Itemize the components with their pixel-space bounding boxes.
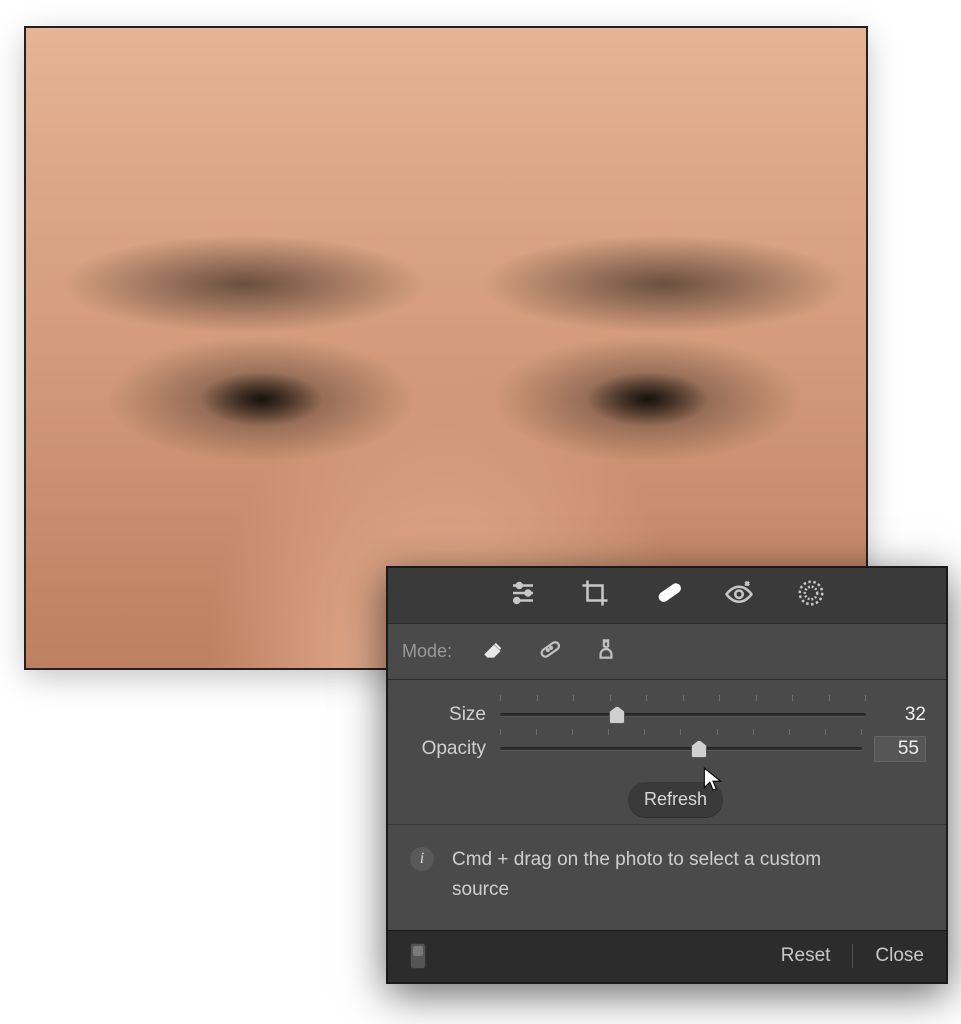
radial-filter-icon bbox=[796, 578, 826, 614]
close-button[interactable]: Close bbox=[875, 945, 924, 967]
bandage-icon bbox=[537, 636, 563, 668]
info-icon: i bbox=[410, 847, 434, 871]
red-eye-tool[interactable] bbox=[721, 578, 757, 614]
heal-mode-button[interactable] bbox=[532, 634, 568, 670]
hint-area: i Cmd + drag on the photo to select a cu… bbox=[388, 824, 946, 930]
size-slider-thumb[interactable] bbox=[609, 706, 625, 724]
adjust-sliders-tool[interactable] bbox=[505, 578, 541, 614]
opacity-value[interactable]: 55 bbox=[874, 736, 926, 762]
eraser-mode-button[interactable] bbox=[476, 634, 512, 670]
size-slider[interactable] bbox=[500, 703, 866, 727]
footer-divider bbox=[852, 944, 853, 968]
tool-strip bbox=[388, 568, 946, 624]
size-slider-row: Size 32 bbox=[408, 698, 926, 732]
size-value[interactable]: 32 bbox=[866, 704, 926, 726]
crop-tool[interactable] bbox=[577, 578, 613, 614]
healing-panel: Mode: Size 32 Op bbox=[386, 566, 948, 984]
hint-text: Cmd + drag on the photo to select a cust… bbox=[452, 845, 852, 906]
mode-label: Mode: bbox=[402, 641, 452, 662]
clone-stamp-icon bbox=[593, 636, 619, 668]
reset-button[interactable]: Reset bbox=[781, 945, 831, 967]
opacity-slider-row: Opacity 55 bbox=[408, 732, 926, 766]
opacity-slider-thumb[interactable] bbox=[691, 740, 707, 758]
clone-mode-button[interactable] bbox=[588, 634, 624, 670]
opacity-slider-label: Opacity bbox=[408, 738, 500, 760]
opacity-slider[interactable] bbox=[500, 737, 862, 761]
eraser-icon bbox=[481, 636, 507, 668]
slider-ticks bbox=[500, 695, 866, 701]
sliders-area: Size 32 Opacity 55 bbox=[388, 680, 946, 774]
red-eye-icon bbox=[724, 578, 754, 614]
radial-filter-tool[interactable] bbox=[793, 578, 829, 614]
adjust-sliders-icon bbox=[508, 578, 538, 614]
crop-icon bbox=[580, 578, 610, 614]
size-slider-label: Size bbox=[408, 704, 500, 726]
healing-brush-tool[interactable] bbox=[649, 578, 685, 614]
refresh-row: Refresh bbox=[388, 774, 946, 824]
refresh-tooltip: Refresh bbox=[628, 782, 723, 817]
panel-footer: Reset Close bbox=[388, 930, 946, 982]
mode-row: Mode: bbox=[388, 624, 946, 680]
healing-brush-icon bbox=[652, 578, 682, 614]
panel-toggle-switch[interactable] bbox=[410, 943, 426, 969]
